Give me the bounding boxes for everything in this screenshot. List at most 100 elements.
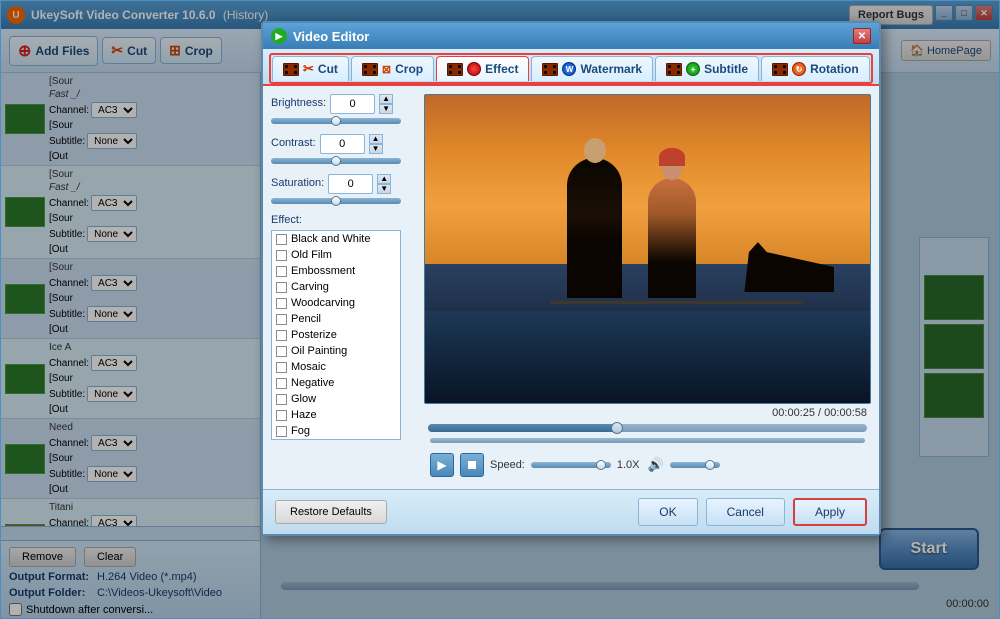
brightness-label: Brightness: xyxy=(271,97,326,109)
saturation-spin: ▲ ▼ xyxy=(377,174,391,194)
contrast-slider-track[interactable] xyxy=(271,158,401,164)
effect-item-black-white[interactable]: Black and White xyxy=(272,231,400,247)
effect-checkbox[interactable] xyxy=(276,250,287,261)
saturation-slider-thumb[interactable] xyxy=(331,196,341,206)
subtitle-circle-icon: + xyxy=(686,62,700,76)
railing xyxy=(550,301,804,304)
stop-button[interactable] xyxy=(460,453,484,477)
tab-effect[interactable]: Effect xyxy=(436,56,529,81)
seek-bar-container xyxy=(424,422,871,434)
effect-item-negative[interactable]: Negative xyxy=(272,375,400,391)
seek-bar[interactable] xyxy=(428,424,867,432)
saturation-down[interactable]: ▼ xyxy=(377,184,391,194)
effect-item-old-film[interactable]: Old Film xyxy=(272,247,400,263)
controls-panel: Brightness: ▲ ▼ xyxy=(271,94,416,481)
effect-checkbox[interactable] xyxy=(276,410,287,421)
effect-circle-icon xyxy=(467,62,481,76)
effect-item-oil-painting[interactable]: Oil Painting xyxy=(272,343,400,359)
effect-item-fog[interactable]: Fog xyxy=(272,423,400,439)
speed-thumb[interactable] xyxy=(596,460,606,470)
saturation-up[interactable]: ▲ xyxy=(377,174,391,184)
modal-overlay: ▶ Video Editor ✕ ✂ Cut ⊠ Crop xyxy=(1,1,999,618)
saturation-label: Saturation: xyxy=(271,177,324,189)
cut-tab-icon xyxy=(283,63,299,76)
speed-slider[interactable] xyxy=(531,462,611,468)
cancel-button[interactable]: Cancel xyxy=(706,498,785,526)
tab-subtitle[interactable]: + Subtitle xyxy=(655,56,759,81)
tab-rotation[interactable]: ↻ Rotation xyxy=(761,56,870,81)
ok-button[interactable]: OK xyxy=(638,498,697,526)
rotation-circle-icon: ↻ xyxy=(792,62,806,76)
effect-checkbox[interactable] xyxy=(276,282,287,293)
effect-section: Effect: Black and White Old Film xyxy=(271,214,416,440)
volume-thumb[interactable] xyxy=(705,460,715,470)
effect-checkbox[interactable] xyxy=(276,330,287,341)
effect-checkbox[interactable] xyxy=(276,378,287,389)
effect-item-motion-blur[interactable]: Motion Blur xyxy=(272,439,400,440)
figure-jack xyxy=(567,158,622,298)
effect-checkbox[interactable] xyxy=(276,346,287,357)
modal-close-button[interactable]: ✕ xyxy=(853,28,871,44)
effect-item-posterize[interactable]: Posterize xyxy=(272,327,400,343)
video-preview xyxy=(424,94,871,404)
effect-checkbox[interactable] xyxy=(276,314,287,325)
effect-checkbox[interactable] xyxy=(276,426,287,437)
stop-icon xyxy=(468,461,476,469)
tab-watermark[interactable]: W Watermark xyxy=(531,56,653,81)
effect-checkbox[interactable] xyxy=(276,362,287,373)
tab-crop[interactable]: ⊠ Crop xyxy=(351,56,434,81)
apply-button[interactable]: Apply xyxy=(793,498,867,526)
brightness-down[interactable]: ▼ xyxy=(379,104,393,114)
effect-checkbox[interactable] xyxy=(276,266,287,277)
modal-title-text: Video Editor xyxy=(293,29,853,44)
contrast-group: Contrast: ▲ ▼ xyxy=(271,134,416,164)
restore-defaults-button[interactable]: Restore Defaults xyxy=(275,500,387,524)
video-editor-modal: ▶ Video Editor ✕ ✂ Cut ⊠ Crop xyxy=(261,21,881,536)
brightness-up[interactable]: ▲ xyxy=(379,94,393,104)
effect-item-glow[interactable]: Glow xyxy=(272,391,400,407)
brightness-slider-thumb[interactable] xyxy=(331,116,341,126)
contrast-input[interactable] xyxy=(320,134,365,154)
trim-bar[interactable] xyxy=(430,438,865,443)
subtitle-tab-icon xyxy=(666,63,682,76)
volume-icon[interactable]: 🔊 xyxy=(648,457,664,473)
app-window: U UkeySoft Video Converter 10.6.0 (Histo… xyxy=(0,0,1000,619)
video-panel: 00:00:25 / 00:00:58 xyxy=(424,94,871,481)
effect-list[interactable]: Black and White Old Film Embossment xyxy=(271,230,401,440)
scissors-icon: ✂ xyxy=(303,61,314,77)
effect-item-mosaic[interactable]: Mosaic xyxy=(272,359,400,375)
effect-item-carving[interactable]: Carving xyxy=(272,279,400,295)
brightness-slider-track[interactable] xyxy=(271,118,401,124)
footer-action-buttons: OK Cancel Apply xyxy=(638,498,867,526)
contrast-down[interactable]: ▼ xyxy=(369,144,383,154)
effect-checkbox[interactable] xyxy=(276,298,287,309)
contrast-spin: ▲ ▼ xyxy=(369,134,383,154)
modal-app-icon: ▶ xyxy=(271,28,287,44)
watermark-tab-icon xyxy=(542,63,558,76)
rotation-tab-icon xyxy=(772,63,788,76)
volume-slider[interactable] xyxy=(670,462,720,468)
saturation-slider-track[interactable] xyxy=(271,198,401,204)
modal-tabs-group: ✂ Cut ⊠ Crop Effect W xyxy=(269,53,873,84)
contrast-slider-thumb[interactable] xyxy=(331,156,341,166)
effect-tab-icon xyxy=(447,63,463,76)
seek-thumb[interactable] xyxy=(611,422,623,434)
contrast-label: Contrast: xyxy=(271,137,316,149)
modal-title-bar: ▶ Video Editor ✕ xyxy=(263,23,879,49)
crop-tab-symbol: ⊠ xyxy=(382,63,391,76)
effect-item-embossment[interactable]: Embossment xyxy=(272,263,400,279)
tab-cut[interactable]: ✂ Cut xyxy=(272,56,349,81)
play-button[interactable]: ▶ xyxy=(430,453,454,477)
saturation-group: Saturation: ▲ ▼ xyxy=(271,174,416,204)
effect-item-haze[interactable]: Haze xyxy=(272,407,400,423)
saturation-input[interactable] xyxy=(328,174,373,194)
watermark-circle-icon: W xyxy=(562,62,576,76)
contrast-up[interactable]: ▲ xyxy=(369,134,383,144)
effect-checkbox[interactable] xyxy=(276,234,287,245)
brightness-input[interactable] xyxy=(330,94,375,114)
brightness-spin: ▲ ▼ xyxy=(379,94,393,114)
effect-item-woodcarving[interactable]: Woodcarving xyxy=(272,295,400,311)
effect-item-pencil[interactable]: Pencil xyxy=(272,311,400,327)
seek-progress xyxy=(428,424,617,432)
effect-checkbox[interactable] xyxy=(276,394,287,405)
